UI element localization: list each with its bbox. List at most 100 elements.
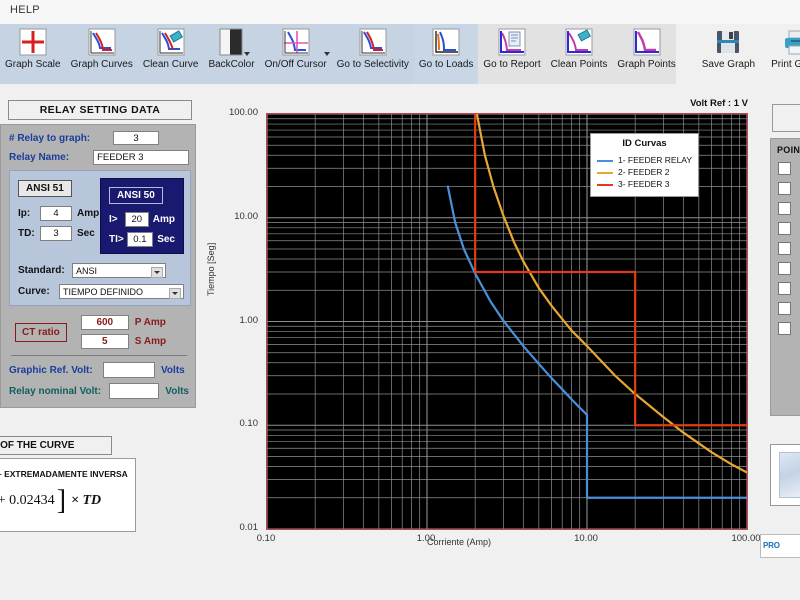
chevron-down-icon[interactable] [151, 267, 163, 278]
relay-nominal-volt-row: Relay nominal Volt: Volts [9, 383, 189, 399]
report-icon [497, 28, 527, 56]
ti-input[interactable]: 0.1 [126, 232, 154, 247]
points-panel-title: POIN [777, 145, 800, 155]
y-tick-label: 1.00 [239, 314, 259, 326]
toolbar-button-label: Save Graph [701, 59, 756, 70]
toolbar-button-graph-scale[interactable]: Graph Scale [0, 24, 66, 84]
ct-secondary-input[interactable]: 5 [80, 334, 129, 349]
toolbar-button-print-graph[interactable]: Print Graph [766, 24, 800, 84]
y-tick-label: 10.00 [234, 210, 258, 222]
toolbar-button-label: Graph Points [617, 59, 676, 70]
ansi50-group: ANSI 50 I> 20 Amp TI> 0.1 Sec [100, 178, 184, 254]
ansi50-tag: ANSI 50 [109, 187, 163, 204]
toolbar-button-go-to-report[interactable]: Go to Report [478, 24, 545, 84]
ti-unit: Sec [157, 234, 175, 245]
graphic-ref-volt-label: Graphic Ref. Volt: [9, 364, 93, 376]
x-tick-label: 1.00 [416, 533, 436, 544]
legend-entry: 2- FEEDER 2 [597, 167, 692, 178]
curve-select[interactable]: TIEMPO DEFINIDO [58, 284, 184, 299]
point-checkbox[interactable] [778, 322, 791, 335]
ct-secondary-unit: S Amp [134, 336, 167, 347]
relay-settings-body: # Relay to graph: 3 Relay Name: FEEDER 3… [0, 124, 196, 408]
legend-color-swatch [597, 171, 613, 174]
i-pickup-unit: Amp [152, 214, 175, 225]
curve-select-value: TIEMPO DEFINIDO [62, 286, 143, 297]
equation-panel-header: ION OF THE CURVE [0, 436, 112, 455]
graph-points-icon [632, 28, 662, 56]
point-checkbox[interactable] [778, 282, 791, 295]
toolbar: Graph Scale Graph Curves Clean Curve Bac… [0, 24, 800, 84]
i-pickup-input[interactable]: 20 [124, 212, 149, 227]
chevron-down-icon[interactable] [169, 288, 181, 299]
selectivity-icon [358, 28, 388, 56]
relay-number-row: # Relay to graph: 3 [9, 131, 189, 145]
ansi51-group: ANSI 51 Ip: 4 Amp TD: 3 Sec [18, 178, 100, 241]
point-checkbox[interactable] [778, 162, 791, 175]
standard-label: Standard: [18, 265, 65, 276]
backcolor-dropdown-arrow[interactable] [244, 50, 252, 58]
ct-ratio-label: CT ratio [15, 322, 67, 342]
point-checkbox[interactable] [778, 222, 791, 235]
point-checkbox[interactable] [778, 202, 791, 215]
toolbar-button-clean-curve[interactable]: Clean Curve [138, 24, 204, 84]
preview-image [779, 452, 800, 498]
equation-bracket: ] [56, 485, 67, 516]
floppy-disk-icon [713, 28, 743, 56]
relay-nominal-volt-input[interactable] [109, 383, 160, 399]
point-checkbox[interactable] [778, 302, 791, 315]
graphic-ref-volt-row: Graphic Ref. Volt: Volts [9, 362, 189, 378]
relay-number-input[interactable]: 3 [113, 131, 159, 145]
toolbar-buttons: Graph Scale Graph Curves Clean Curve Bac… [0, 24, 800, 84]
points-checkbox-list [771, 162, 800, 335]
y-tick-label: 0.01 [239, 522, 259, 533]
toolbar-button-label: Graph Scale [5, 59, 61, 70]
menu-bar: HELP [0, 0, 800, 24]
relay-name-row: Relay Name: FEEDER 3 [9, 150, 189, 165]
toolbar-button-clean-points[interactable]: Clean Points [546, 24, 613, 84]
volt-ref-label: Volt Ref : 1 V [690, 98, 748, 109]
loads-icon [431, 28, 461, 56]
backcolor-icon [217, 28, 247, 56]
toolbar-button-label: Go to Selectivity [336, 59, 409, 70]
point-checkbox[interactable] [778, 262, 791, 275]
point-checkbox[interactable] [778, 182, 791, 195]
graphic-ref-volt-input[interactable] [103, 362, 155, 378]
relay-name-input[interactable]: FEEDER 3 [93, 150, 189, 165]
y-axis-label: Tiempo [Seg] [206, 242, 216, 296]
ansi51-tag: ANSI 51 [18, 180, 72, 197]
equation-title: – EXTREMADAMENTE INVERSA [0, 469, 128, 479]
ct-primary-input[interactable]: 600 [80, 315, 129, 330]
ip-unit: Amp [77, 208, 100, 219]
protection-settings-box: ANSI 51 Ip: 4 Amp TD: 3 Sec ANSI 50 I> 2… [9, 170, 191, 306]
toolbar-button-go-to-loads[interactable]: Go to Loads [413, 24, 479, 84]
printer-icon [782, 28, 800, 56]
point-checkbox[interactable] [778, 242, 791, 255]
equation-multiplier: × TD [71, 493, 102, 508]
equation-panel: – EXTREMADAMENTE INVERSA 4 2− 1 + 0.0243… [0, 458, 136, 532]
cursor-dropdown-arrow[interactable] [324, 50, 332, 58]
standard-select[interactable]: ANSI [72, 263, 166, 278]
relay-panel-header: RELAY SETTING DATA [8, 100, 192, 120]
toolbar-button-go-to-selectivity[interactable]: Go to Selectivity [332, 24, 414, 84]
cursor-toggle-icon [281, 28, 311, 56]
toolbar-button-label: Clean Points [550, 59, 608, 70]
toolbar-button-label: Print Graph [771, 59, 800, 70]
td-input[interactable]: 3 [40, 226, 72, 241]
ip-input[interactable]: 4 [40, 206, 72, 221]
i-pickup-label: I> [109, 214, 118, 225]
toolbar-button-on-off-cursor[interactable]: On/Off Cursor [260, 24, 332, 84]
relay-nominal-volt-unit: Volts [165, 385, 189, 397]
toolbar-button-save-graph[interactable]: Save Graph [697, 24, 760, 84]
brand-logo-text: PRO [763, 541, 780, 550]
preview-thumbnail[interactable] [770, 444, 800, 506]
toolbar-button-graph-curves[interactable]: Graph Curves [66, 24, 138, 84]
legend-entry: 1- FEEDER RELAY [597, 155, 692, 166]
toolbar-button-label: Graph Curves [70, 59, 133, 70]
relay-setting-panel: RELAY SETTING DATA # Relay to graph: 3 R… [0, 100, 200, 408]
toolbar-button-graph-points[interactable]: Graph Points [612, 24, 680, 84]
points-top-box[interactable] [772, 104, 800, 132]
standard-select-value: ANSI [76, 265, 98, 276]
ct-primary-unit: P Amp [134, 317, 166, 328]
menu-item-help[interactable]: HELP [10, 4, 40, 16]
curve-1-feeder-relay [446, 185, 747, 499]
